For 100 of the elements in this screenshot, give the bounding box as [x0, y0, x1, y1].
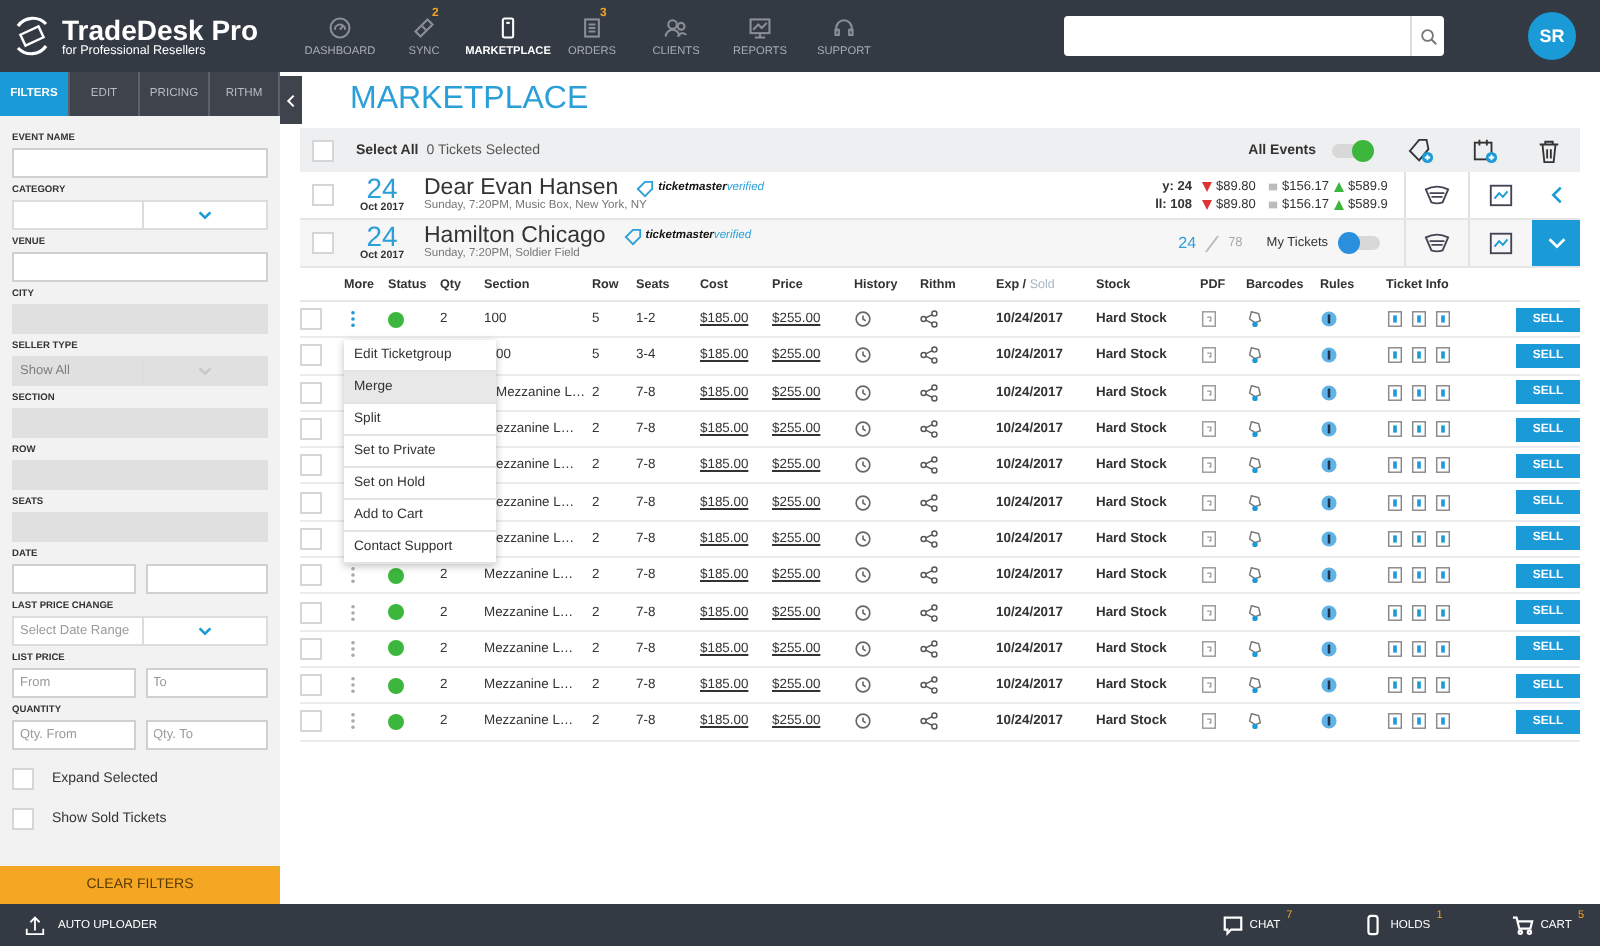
share-icon[interactable] — [920, 310, 938, 329]
clock-icon[interactable] — [854, 529, 872, 548]
clock-icon[interactable] — [854, 310, 872, 329]
stadium-icon — [1424, 230, 1450, 256]
headset-icon — [832, 15, 856, 39]
document-icon[interactable] — [1200, 676, 1218, 695]
page-title: MARKETPLACE — [350, 82, 589, 118]
info-icon[interactable] — [1320, 639, 1338, 658]
select-all-checkbox[interactable] — [312, 139, 334, 161]
toggle-switch[interactable] — [1340, 236, 1380, 250]
clock-icon[interactable] — [854, 346, 872, 365]
row-checkbox[interactable] — [300, 710, 322, 733]
document-icon[interactable] — [1200, 456, 1218, 475]
event-day: 24 — [366, 223, 398, 249]
info-icon[interactable] — [1320, 493, 1338, 512]
row-checkbox[interactable] — [300, 491, 322, 514]
expand-button[interactable] — [1532, 220, 1580, 266]
info-icon[interactable] — [1320, 420, 1338, 439]
row-checkbox[interactable] — [300, 308, 322, 331]
share-icon[interactable] — [920, 346, 938, 365]
share-icon[interactable] — [920, 712, 938, 731]
document-icon[interactable] — [1200, 603, 1218, 622]
clock-icon[interactable] — [854, 420, 872, 439]
collapse-button[interactable] — [280, 76, 302, 124]
row-checkbox[interactable] — [300, 418, 322, 441]
clock-icon[interactable] — [854, 493, 872, 512]
row-checkbox[interactable] — [300, 381, 322, 404]
share-icon[interactable] — [920, 639, 938, 658]
info-icon[interactable] — [1320, 310, 1338, 329]
tag-icon — [636, 179, 655, 197]
info-icon[interactable] — [1320, 529, 1338, 548]
gauge-icon — [328, 15, 352, 39]
cart-icon — [1512, 914, 1535, 936]
text-field[interactable] — [12, 252, 268, 282]
document-icon[interactable] — [1200, 383, 1218, 402]
document-icon[interactable] — [1200, 420, 1218, 439]
brand-name: TradeDesk Pro — [62, 15, 259, 43]
clock-icon[interactable] — [854, 603, 872, 622]
share-icon[interactable] — [920, 456, 938, 475]
share-icon[interactable] — [920, 420, 938, 439]
row-checkbox[interactable] — [300, 344, 322, 367]
clock-icon[interactable] — [854, 712, 872, 731]
text-field[interactable] — [12, 148, 268, 178]
event-name: Hamilton Chicago — [424, 224, 606, 248]
info-icon[interactable] — [1320, 456, 1338, 475]
clock-icon[interactable] — [854, 676, 872, 695]
text-field[interactable] — [12, 564, 135, 594]
chart-icon — [1488, 230, 1514, 256]
checkbox[interactable] — [312, 184, 334, 206]
info-icon[interactable] — [1320, 346, 1338, 365]
share-icon[interactable] — [920, 529, 938, 548]
document-icon[interactable] — [1200, 566, 1218, 585]
ticket-count: 24 — [1178, 234, 1197, 252]
row-checkbox[interactable] — [300, 527, 322, 550]
row-checkbox[interactable] — [300, 454, 322, 477]
document-icon[interactable] — [1200, 529, 1218, 548]
chart-icon — [1488, 182, 1514, 208]
share-icon[interactable] — [920, 676, 938, 695]
row-checkbox[interactable] — [300, 674, 322, 697]
row-checkbox[interactable] — [300, 564, 322, 587]
row-checkbox[interactable] — [300, 601, 322, 624]
phone-icon — [1362, 914, 1385, 936]
checkbox[interactable] — [312, 232, 334, 254]
document-icon[interactable] — [1200, 639, 1218, 658]
info-icon[interactable] — [1320, 603, 1338, 622]
text-field[interactable] — [145, 564, 268, 594]
phone-icon — [496, 15, 520, 39]
chart-icon — [748, 15, 772, 39]
checkbox[interactable] — [12, 808, 34, 830]
search-field[interactable] — [1064, 16, 1444, 56]
chevron-down-icon — [196, 206, 214, 224]
square-icon — [1268, 199, 1278, 209]
share-icon[interactable] — [920, 383, 938, 402]
clock-icon[interactable] — [854, 639, 872, 658]
info-icon[interactable] — [1320, 712, 1338, 731]
info-icon[interactable] — [1320, 676, 1338, 695]
chevron-down-icon — [196, 362, 214, 380]
clock-icon[interactable] — [854, 566, 872, 585]
share-icon[interactable] — [920, 566, 938, 585]
tag-plus-icon — [1407, 137, 1433, 163]
info-icon[interactable] — [1320, 566, 1338, 585]
info-icon[interactable] — [1320, 383, 1338, 402]
document-icon[interactable] — [1200, 712, 1218, 731]
select-field[interactable] — [12, 200, 268, 230]
search-icon[interactable] — [1419, 27, 1437, 45]
toggle-switch[interactable] — [1332, 143, 1372, 157]
document-icon[interactable] — [1200, 310, 1218, 329]
checkbox[interactable] — [12, 768, 34, 790]
chat-icon — [1221, 914, 1244, 936]
share-icon[interactable] — [920, 603, 938, 622]
document-icon[interactable] — [1200, 346, 1218, 365]
share-icon[interactable] — [920, 493, 938, 512]
clock-icon[interactable] — [854, 456, 872, 475]
calendar-plus-icon — [1471, 137, 1497, 163]
row-checkbox[interactable] — [300, 637, 322, 660]
clock-icon[interactable] — [854, 383, 872, 402]
document-icon[interactable] — [1200, 493, 1218, 512]
stadium-icon — [1424, 182, 1450, 208]
document-icon — [580, 15, 604, 39]
tag-icon — [623, 227, 642, 245]
